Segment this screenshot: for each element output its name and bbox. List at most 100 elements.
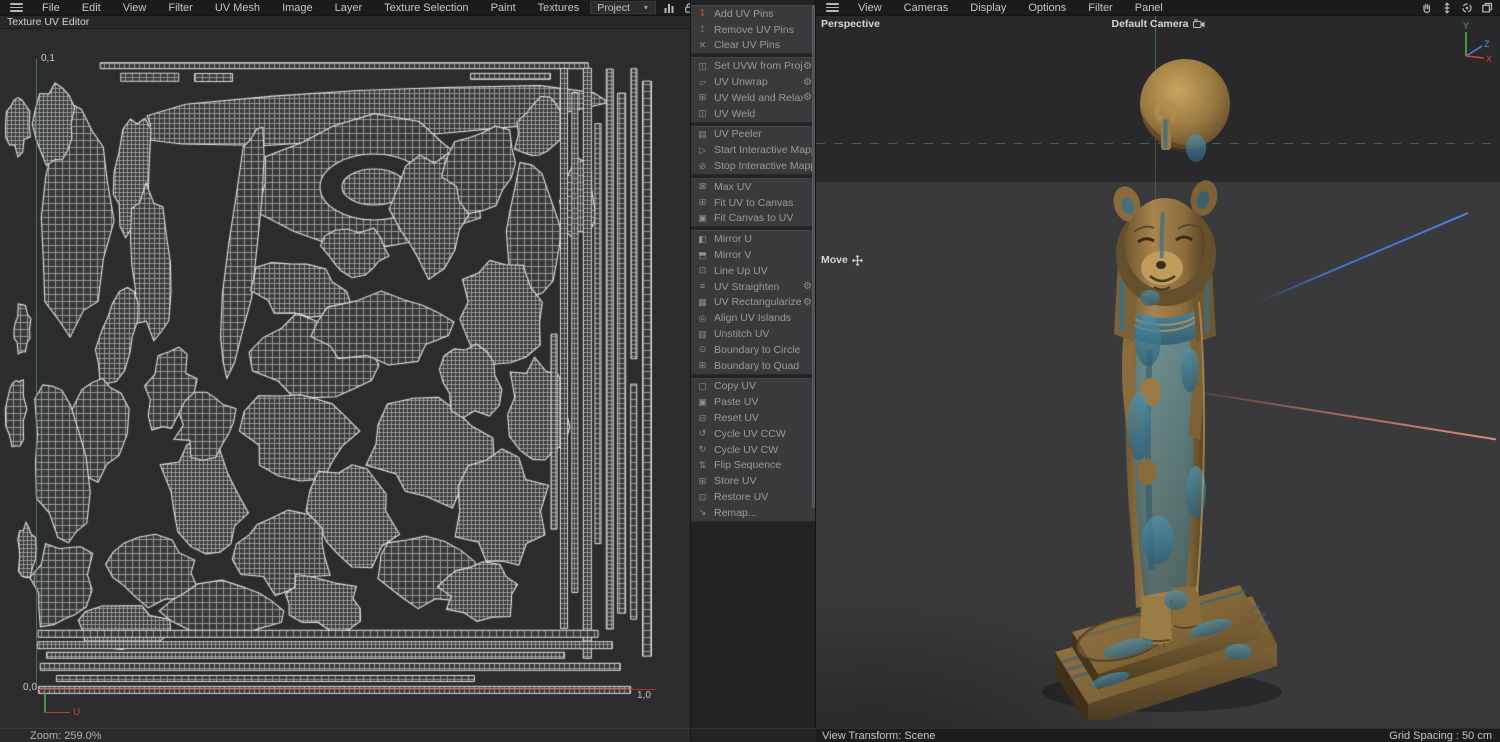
menu-filter[interactable]: Filter bbox=[157, 1, 203, 15]
panel-item-label: UV Rectangularize bbox=[714, 296, 802, 308]
chevron-down-icon: ▾ bbox=[644, 3, 648, 12]
panel-item-stop-interactive-mapping[interactable]: ⊘Stop Interactive Mapping bbox=[691, 158, 815, 174]
command-group-1: ↧Add UV Pins↥Remove UV Pins✕Clear UV Pin… bbox=[691, 5, 815, 54]
viewport-camera-label[interactable]: Default Camera bbox=[816, 18, 1500, 30]
menu-texture-selection[interactable]: Texture Selection bbox=[373, 1, 479, 15]
panel-item-label: UV Weld and Relax bbox=[714, 92, 803, 104]
menu-image[interactable]: Image bbox=[271, 1, 324, 15]
command-group-5: ◧Mirror U⬒Mirror V⊡Line Up UV≡UV Straigh… bbox=[691, 230, 815, 374]
pan-vertical-icon[interactable] bbox=[1440, 1, 1454, 14]
uv-coord-0-0: 0,0 bbox=[23, 682, 37, 693]
panel-item-boundary-to-circle[interactable]: ⊙Boundary to Circle bbox=[691, 342, 815, 358]
maximize-viewport-icon[interactable] bbox=[1480, 1, 1494, 14]
uv-u-axis-line bbox=[36, 689, 656, 690]
gear-icon[interactable]: ⚙ bbox=[803, 92, 812, 103]
panel-item-uv-rectangularize[interactable]: ▦UV Rectangularize⚙ bbox=[691, 295, 815, 311]
uv-command-panel: ↧Add UV Pins↥Remove UV Pins✕Clear UV Pin… bbox=[691, 5, 815, 525]
viewport-toolbar bbox=[1420, 1, 1496, 14]
hand-icon[interactable] bbox=[1420, 1, 1434, 14]
uv-canvas-area[interactable]: 0,1 0,0 1,0 U bbox=[0, 29, 690, 728]
menu-view[interactable]: View bbox=[112, 1, 158, 15]
panel-item-label: Mirror U bbox=[714, 233, 752, 245]
menu-uv-mesh[interactable]: UV Mesh bbox=[204, 1, 271, 15]
panel-item-label: Copy UV bbox=[714, 380, 756, 392]
panel-item-cycle-uv-cw[interactable]: ↻Cycle UV CW bbox=[691, 442, 815, 458]
vp-menu-display[interactable]: Display bbox=[959, 1, 1017, 15]
unstitch-icon: ▥ bbox=[696, 330, 709, 339]
projection-icon: ◫ bbox=[696, 62, 709, 71]
menu-file[interactable]: File bbox=[31, 1, 71, 15]
perspective-viewport[interactable]: Perspective Default Camera Move Y bbox=[816, 16, 1500, 728]
zoom-level-status: Zoom: 259.0% bbox=[30, 730, 102, 742]
panel-item-clear-uv-pins[interactable]: ✕Clear UV Pins bbox=[691, 38, 815, 54]
project-dropdown-label: Project bbox=[597, 2, 630, 14]
panel-item-cycle-uv-ccw[interactable]: ↺Cycle UV CCW bbox=[691, 426, 815, 442]
panel-item-boundary-to-quad[interactable]: ⊞Boundary to Quad bbox=[691, 358, 815, 374]
viewport-toolbar-icons bbox=[1420, 1, 1494, 14]
uv-editor-pane: FileEditViewFilterUV MeshImageLayerTextu… bbox=[0, 0, 690, 742]
menu-textures[interactable]: Textures bbox=[527, 1, 591, 15]
panel-item-fit-canvas-to-uv[interactable]: ▣Fit Canvas to UV bbox=[691, 211, 815, 227]
panel-item-copy-uv[interactable]: ▢Copy UV bbox=[691, 379, 815, 395]
gear-icon[interactable]: ⚙ bbox=[803, 61, 812, 72]
panel-item-mirror-u[interactable]: ◧Mirror U bbox=[691, 231, 815, 247]
panel-item-reset-uv[interactable]: ⊟Reset UV bbox=[691, 410, 815, 426]
vp-menu-cameras[interactable]: Cameras bbox=[893, 1, 960, 15]
panel-item-label: Stop Interactive Mapping bbox=[714, 160, 812, 172]
remap-icon: ↘ bbox=[696, 508, 709, 517]
scrollbar-thumb[interactable] bbox=[812, 5, 815, 508]
gear-icon[interactable]: ⚙ bbox=[803, 281, 812, 292]
panel-item-set-uvw-from-projection[interactable]: ◫Set UVW from Projection⚙ bbox=[691, 58, 815, 74]
project-dropdown[interactable]: Project ▾ bbox=[590, 1, 656, 14]
statue-3d-model[interactable] bbox=[1000, 40, 1300, 720]
command-panel-scrollbar[interactable] bbox=[812, 5, 815, 508]
panel-item-add-uv-pins[interactable]: ↧Add UV Pins bbox=[691, 6, 815, 22]
panel-item-max-uv[interactable]: ⊠Max UV bbox=[691, 179, 815, 195]
orbit-icon[interactable] bbox=[1460, 1, 1474, 14]
panel-item-restore-uv[interactable]: ⊡Restore UV bbox=[691, 489, 815, 505]
vp-menu-options[interactable]: Options bbox=[1017, 1, 1077, 15]
gear-icon[interactable]: ⚙ bbox=[803, 297, 812, 308]
gizmo-z-label: Z bbox=[1484, 39, 1490, 49]
panel-item-uv-weld-and-relax[interactable]: ⊞UV Weld and Relax⚙ bbox=[691, 90, 815, 106]
hamburger-menu-icon[interactable] bbox=[820, 3, 847, 12]
gear-icon[interactable]: ⚙ bbox=[803, 77, 812, 88]
panel-item-fit-uv-to-canvas[interactable]: ⊞Fit UV to Canvas bbox=[691, 195, 815, 211]
panel-item-uv-straighten[interactable]: ≡UV Straighten⚙ bbox=[691, 279, 815, 295]
panel-item-uv-weld[interactable]: ◫UV Weld bbox=[691, 106, 815, 122]
uv-mesh-canvas[interactable] bbox=[0, 29, 690, 728]
store-icon: ⊞ bbox=[696, 477, 709, 486]
align-islands-icon: ◎ bbox=[696, 314, 709, 323]
panel-item-unstitch-uv[interactable]: ▥Unstitch UV bbox=[691, 326, 815, 342]
uv-gizmo-u-axis bbox=[44, 712, 70, 714]
histogram-icon[interactable] bbox=[662, 1, 676, 14]
clear-pins-icon: ✕ bbox=[696, 41, 709, 50]
panel-item-remove-uv-pins[interactable]: ↥Remove UV Pins bbox=[691, 22, 815, 38]
panel-item-label: Start Interactive Mapping bbox=[714, 144, 812, 156]
panel-item-uv-peeler[interactable]: ▤UV Peeler bbox=[691, 127, 815, 143]
panel-item-line-up-uv[interactable]: ⊡Line Up UV bbox=[691, 263, 815, 279]
panel-item-paste-uv[interactable]: ▣Paste UV bbox=[691, 394, 815, 410]
panel-item-start-interactive-mapping[interactable]: ▷ Start Interactive Mapping bbox=[691, 142, 815, 158]
restore-icon: ⊡ bbox=[696, 493, 709, 502]
vp-menu-filter[interactable]: Filter bbox=[1077, 1, 1123, 15]
hamburger-menu-icon[interactable] bbox=[4, 3, 31, 12]
menu-edit[interactable]: Edit bbox=[71, 1, 112, 15]
menu-layer[interactable]: Layer bbox=[324, 1, 374, 15]
panel-item-uv-unwrap[interactable]: ▱UV Unwrap⚙ bbox=[691, 74, 815, 90]
fit-uv-canvas-icon: ⊞ bbox=[696, 198, 709, 207]
menu-paint[interactable]: Paint bbox=[480, 1, 527, 15]
pin-add-icon: ↧ bbox=[696, 9, 709, 18]
vp-menu-view[interactable]: View bbox=[847, 1, 893, 15]
panel-item-remap[interactable]: ↘Remap... bbox=[691, 505, 815, 521]
vp-menu-panel[interactable]: Panel bbox=[1124, 1, 1174, 15]
play-icon: ▷ bbox=[696, 146, 709, 155]
panel-item-store-uv[interactable]: ⊞Store UV bbox=[691, 473, 815, 489]
orientation-axis-gizmo[interactable]: Y Z X bbox=[1452, 20, 1492, 62]
panel-item-label: Remove UV Pins bbox=[714, 24, 794, 36]
panel-item-mirror-v[interactable]: ⬒Mirror V bbox=[691, 247, 815, 263]
viewport-statusbar: View Transform: Scene Grid Spacing : 50 … bbox=[816, 728, 1500, 742]
panel-item-flip-sequence[interactable]: ⇅Flip Sequence bbox=[691, 458, 815, 474]
panel-item-label: Fit Canvas to UV bbox=[714, 212, 793, 224]
panel-item-align-uv-islands[interactable]: ◎Align UV Islands bbox=[691, 310, 815, 326]
